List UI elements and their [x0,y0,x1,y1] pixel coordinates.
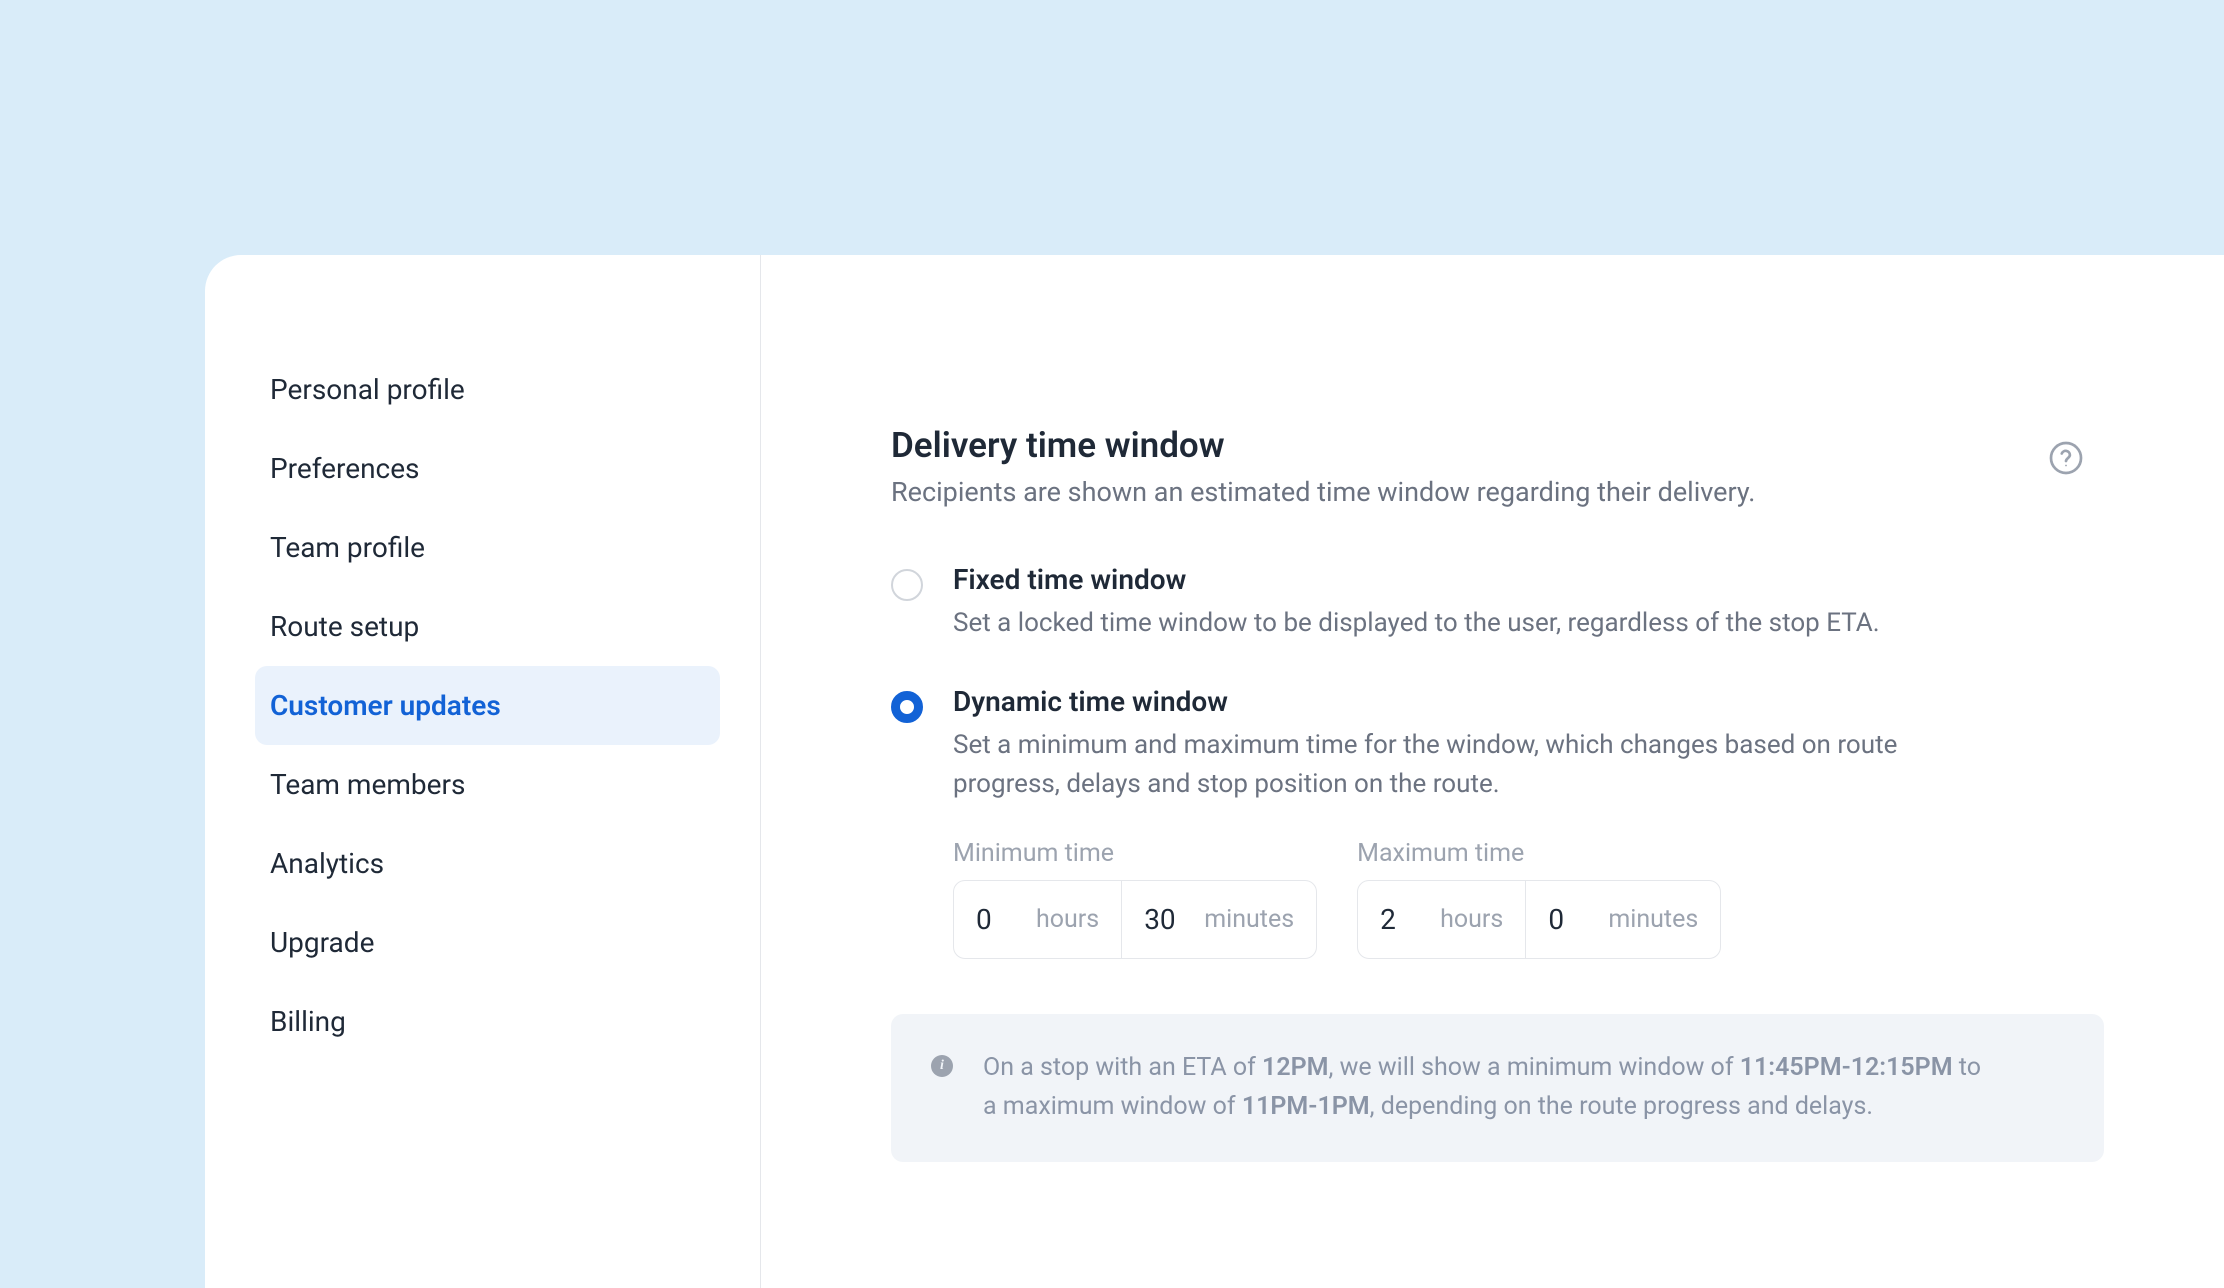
maximum-time-row: 2 hours 0 minutes [1357,880,1721,959]
sidebar-item-customer-updates[interactable]: Customer updates [255,666,720,745]
min-hours-box[interactable]: 0 hours [954,881,1122,958]
min-minutes-value: 30 [1144,903,1184,936]
max-hours-box[interactable]: 2 hours [1358,881,1526,958]
main-content: Delivery time window Recipients are show… [761,255,2224,1288]
time-inputs: Minimum time 0 hours 30 minutes [953,839,2104,959]
radio-dynamic-title: Dynamic time window [953,685,2104,718]
minimum-time-row: 0 hours 30 minutes [953,880,1317,959]
min-minutes-box[interactable]: 30 minutes [1122,881,1316,958]
settings-sidebar: Personal profile Preferences Team profil… [205,255,761,1288]
min-minutes-unit: minutes [1204,905,1294,934]
radio-dynamic-description: Set a minimum and maximum time for the w… [953,726,1913,804]
minimum-time-label: Minimum time [953,839,1317,868]
sidebar-item-upgrade[interactable]: Upgrade [255,903,720,982]
section-subtitle: Recipients are shown an estimated time w… [891,476,2104,508]
sidebar-item-preferences[interactable]: Preferences [255,429,720,508]
sidebar-item-billing[interactable]: Billing [255,982,720,1061]
sidebar-item-analytics[interactable]: Analytics [255,824,720,903]
sidebar-item-route-setup[interactable]: Route setup [255,587,720,666]
info-icon: i [931,1055,953,1077]
radio-fixed-title: Fixed time window [953,563,2104,596]
radio-option-dynamic: Dynamic time window Set a minimum and ma… [891,685,2104,959]
max-hours-value: 2 [1380,903,1420,936]
minimum-time-group: Minimum time 0 hours 30 minutes [953,839,1317,959]
section-title: Delivery time window [891,425,2104,466]
radio-fixed-content: Fixed time window Set a locked time wind… [953,563,2104,643]
radio-dynamic[interactable] [891,691,923,723]
help-icon[interactable] [2048,440,2084,476]
info-text: On a stop with an ETA of 12PM, we will s… [983,1049,1983,1127]
min-hours-unit: hours [1036,905,1099,934]
app-window: Personal profile Preferences Team profil… [205,255,2224,1288]
maximum-time-label: Maximum time [1357,839,1721,868]
max-minutes-box[interactable]: 0 minutes [1526,881,1720,958]
maximum-time-group: Maximum time 2 hours 0 minutes [1357,839,1721,959]
radio-dynamic-content: Dynamic time window Set a minimum and ma… [953,685,2104,959]
time-window-options: Fixed time window Set a locked time wind… [891,563,2104,959]
sidebar-item-team-members[interactable]: Team members [255,745,720,824]
info-bar: i On a stop with an ETA of 12PM, we will… [891,1014,2104,1162]
radio-fixed[interactable] [891,569,923,601]
max-minutes-unit: minutes [1608,905,1698,934]
min-hours-value: 0 [976,903,1016,936]
sidebar-item-personal-profile[interactable]: Personal profile [255,350,720,429]
sidebar-item-team-profile[interactable]: Team profile [255,508,720,587]
max-hours-unit: hours [1440,905,1503,934]
max-minutes-value: 0 [1548,903,1588,936]
radio-option-fixed: Fixed time window Set a locked time wind… [891,563,2104,643]
radio-fixed-description: Set a locked time window to be displayed… [953,604,1913,643]
